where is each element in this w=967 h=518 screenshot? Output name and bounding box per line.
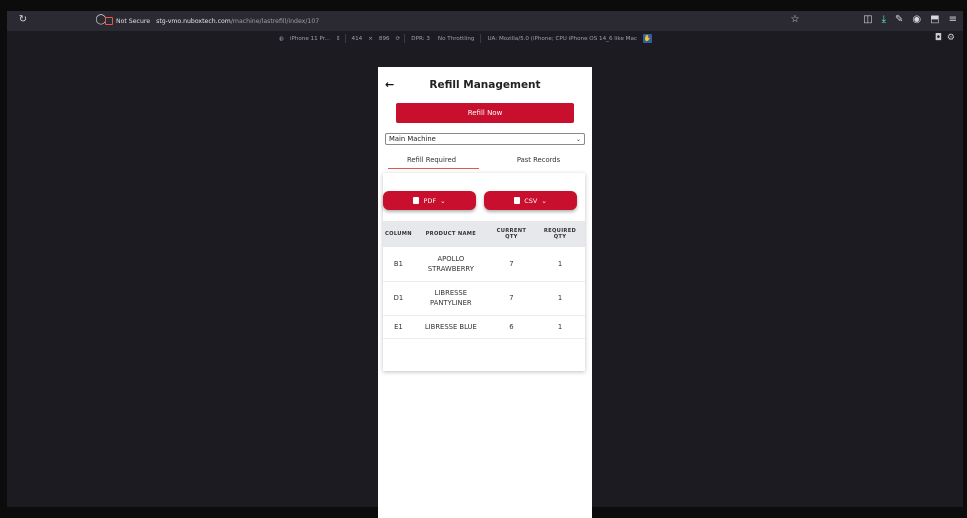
- viewport-width-input[interactable]: 414: [350, 35, 365, 43]
- device-caret-icon: ⇕: [335, 35, 341, 42]
- account-icon[interactable]: ◉: [912, 14, 921, 25]
- responsive-design-toolbar: ◍ iPhone 11 Pr... ⇕ 414 × 896 ⟳ DPR: 3 N…: [7, 31, 963, 47]
- refill-now-button[interactable]: Refill Now: [396, 103, 574, 123]
- product-cell: APOLLO STRAWBERRY: [413, 247, 488, 282]
- machine-select-value: Main Machine: [389, 135, 436, 143]
- security-indicator[interactable]: Not Secure: [105, 17, 150, 25]
- device-selector[interactable]: iPhone 11 Pr...: [288, 35, 332, 43]
- refill-table: COLUMN PRODUCT NAME CURRENT QTY REQUIRED…: [383, 221, 585, 339]
- url-bar[interactable]: Not Secure stg-vmo.nuboxtech.com/machine…: [105, 14, 319, 28]
- refill-panel: PDF ⌄ CSV ⌄ COLUMN PRODUCT NAME CURRENT …: [383, 173, 585, 371]
- viewport-height-input[interactable]: 896: [377, 35, 392, 43]
- csv-label: CSV: [524, 196, 538, 205]
- chevron-down-icon: ⌄: [541, 196, 547, 205]
- column-cell: E1: [383, 315, 414, 339]
- page-title: Refill Management: [429, 79, 541, 91]
- table-row: E1 LIBRESSE BLUE 6 1: [383, 315, 585, 339]
- throttling-selector[interactable]: No Throttling: [436, 35, 477, 43]
- reload-icon[interactable]: ↻: [15, 14, 31, 25]
- pdf-export-button[interactable]: PDF ⌄: [383, 191, 476, 210]
- settings-gear-icon[interactable]: ⚙: [947, 33, 955, 43]
- dimension-separator: ×: [368, 35, 373, 42]
- rotate-icon[interactable]: ⟳: [396, 36, 401, 42]
- user-agent-input[interactable]: UA: Mozilla/5.0 (iPhone; CPU iPhone OS 1…: [485, 35, 639, 43]
- required-qty-header: REQUIRED QTY: [543, 228, 577, 240]
- tab-bar: Refill Required Past Records: [378, 153, 592, 171]
- column-header: COLUMN: [385, 231, 412, 237]
- product-cell: LIBRESSE BLUE: [413, 315, 488, 339]
- menu-icon[interactable]: ≡: [949, 14, 957, 25]
- chevron-down-icon: ⌄: [575, 135, 581, 143]
- current-qty-cell: 7: [487, 247, 535, 282]
- column-cell: B1: [383, 247, 414, 282]
- current-qty-header: CURRENT QTY: [496, 228, 527, 240]
- lock-icon: [105, 17, 113, 25]
- required-qty-cell: 1: [535, 247, 585, 282]
- chevron-down-icon: ⌄: [440, 196, 446, 205]
- tab-refill-required[interactable]: Refill Required: [378, 153, 485, 171]
- table-row: D1 LIBRESSE PANTYLINER 7 1: [383, 281, 585, 316]
- divider: [480, 34, 482, 43]
- page-header: ← Refill Management: [378, 67, 592, 103]
- product-cell: LIBRESSE PANTYLINER: [413, 281, 488, 316]
- touch-simulation-icon[interactable]: ✋: [643, 34, 652, 43]
- browser-toolbar: ↻ ◯ Not Secure stg-vmo.nuboxtech.com/mac…: [7, 11, 963, 31]
- required-qty-cell: 1: [535, 281, 585, 316]
- tab-past-records[interactable]: Past Records: [485, 153, 592, 171]
- divider: [344, 34, 346, 43]
- required-qty-cell: 1: [535, 315, 585, 339]
- product-name-header: PRODUCT NAME: [425, 231, 477, 237]
- pocket-icon[interactable]: ◫: [863, 14, 872, 25]
- back-arrow-icon[interactable]: ←: [385, 78, 394, 91]
- browser-window: ↻ ◯ Not Secure stg-vmo.nuboxtech.com/mac…: [7, 11, 963, 518]
- machine-select[interactable]: Main Machine ⌄: [385, 133, 585, 145]
- current-qty-cell: 6: [487, 315, 535, 339]
- current-qty-cell: 7: [487, 281, 535, 316]
- csv-export-button[interactable]: CSV ⌄: [484, 191, 577, 210]
- csv-file-icon: [514, 197, 521, 204]
- url-path: /machine/lastrefill/index/107: [230, 17, 320, 25]
- device-viewport: ← Refill Management Refill Now Main Mach…: [378, 67, 592, 518]
- screenshot-icon[interactable]: ◘: [935, 33, 942, 43]
- globe-icon: ◍: [279, 35, 284, 42]
- security-label: Not Secure: [116, 17, 151, 25]
- toolbar-right-icons: ◫ ⤓ ✎ ◉ ⬒ ≡: [863, 14, 957, 25]
- url-host: stg-vmo.nuboxtech.com: [156, 17, 231, 25]
- dpr-selector[interactable]: DPR: 3: [409, 35, 432, 43]
- pdf-label: PDF: [423, 196, 437, 205]
- divider: [404, 34, 406, 43]
- star-icon[interactable]: ☆: [787, 14, 803, 25]
- export-buttons: PDF ⌄ CSV ⌄: [383, 173, 585, 210]
- table-row: B1 APOLLO STRAWBERRY 7 1: [383, 247, 585, 282]
- extensions-icon[interactable]: ⬒: [930, 14, 939, 25]
- table-header-row: COLUMN PRODUCT NAME CURRENT QTY REQUIRED…: [383, 221, 585, 247]
- column-cell: D1: [383, 281, 414, 316]
- pdf-file-icon: [413, 197, 420, 204]
- download-icon[interactable]: ⤓: [882, 14, 886, 25]
- tools-icon[interactable]: ✎: [895, 14, 903, 25]
